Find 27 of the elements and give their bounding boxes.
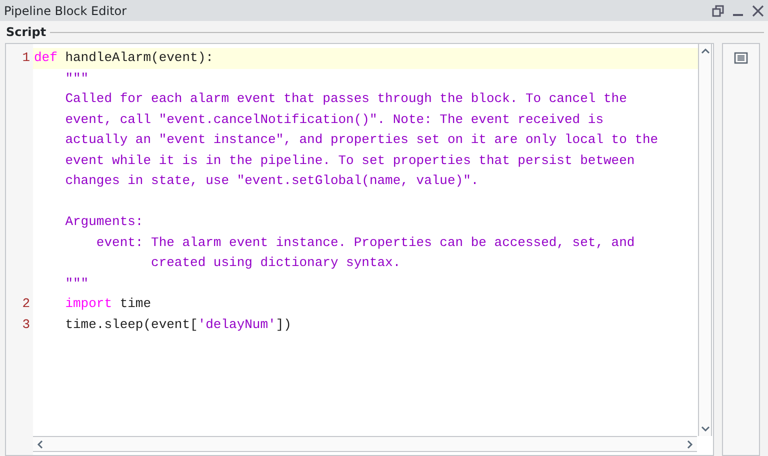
code-line: """ — [64, 276, 89, 290]
section-label: Script — [6, 24, 46, 41]
scroll-right-icon[interactable] — [687, 440, 693, 448]
code-line: import time — [64, 296, 152, 311]
vertical-scrollbar[interactable] — [698, 44, 712, 436]
line-number: 2 — [22, 296, 30, 311]
code-line: event: The alarm event instance. Properties can be accessed, set, and — [95, 234, 635, 250]
restore-icon[interactable] — [712, 4, 724, 16]
code-line: event, call "event.cancelNotification()". Note: The event received is — [64, 112, 604, 126]
scroll-left-icon[interactable] — [37, 440, 43, 448]
horizontal-scrollbar[interactable] — [33, 436, 697, 452]
window-title: Pipeline Block Editor — [4, 2, 127, 20]
line-number: 3 — [22, 316, 30, 332]
code-line: time.sleep(event['delayNum']) — [64, 316, 292, 332]
code-line: changes in state, use "event.setGlobal(name, value)". — [64, 173, 479, 188]
list-icon[interactable] — [734, 52, 748, 64]
close-icon[interactable] — [752, 4, 764, 16]
code-line: created using dictionary syntax. — [150, 255, 401, 270]
scroll-up-icon[interactable] — [700, 48, 710, 54]
code-line: event while it is in the pipeline. To set properties that persist between — [64, 152, 635, 168]
line-number: 1 — [22, 50, 30, 65]
code-line: """ — [64, 70, 89, 86]
code-line: Called for each alarm event that passes through the block. To cancel the — [64, 91, 627, 106]
scroll-down-icon[interactable] — [700, 426, 710, 432]
code-line: Arguments: — [64, 214, 144, 229]
code-line: actually an "event instance", and properties set on it are only local to the — [64, 132, 658, 147]
code-line: def handleAlarm(event): — [34, 50, 214, 65]
